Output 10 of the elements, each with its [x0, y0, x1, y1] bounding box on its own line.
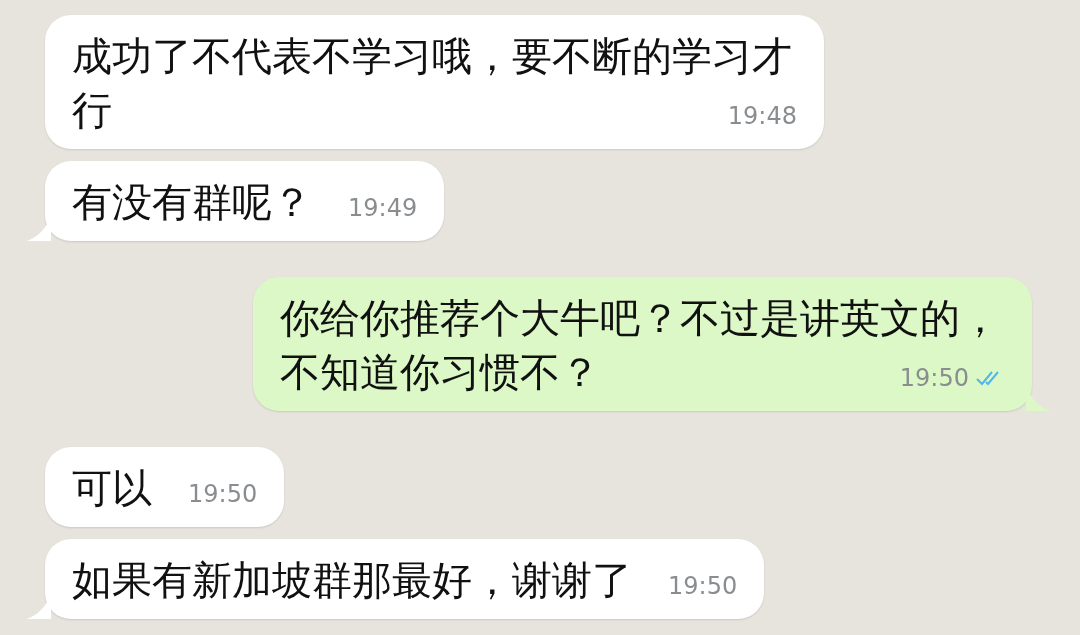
incoming-message: 可以 19:50 [45, 447, 285, 527]
message-time: 19:49 [348, 193, 418, 223]
outgoing-message: 你给你推荐个大牛吧？不过是讲英文的，不知道你习惯不？ 19:50 [253, 277, 1032, 411]
incoming-message: 如果有新加坡群那最好，谢谢了 19:50 [45, 539, 765, 619]
incoming-message: 成功了不代表不学习哦，要不断的学习才行 19:48 [45, 15, 824, 149]
message-time: 19:50 [899, 363, 969, 393]
message-time: 19:50 [668, 571, 738, 601]
message-time: 19:48 [727, 101, 797, 131]
incoming-message: 有没有群呢？ 19:49 [45, 161, 445, 241]
message-time: 19:50 [188, 479, 258, 509]
